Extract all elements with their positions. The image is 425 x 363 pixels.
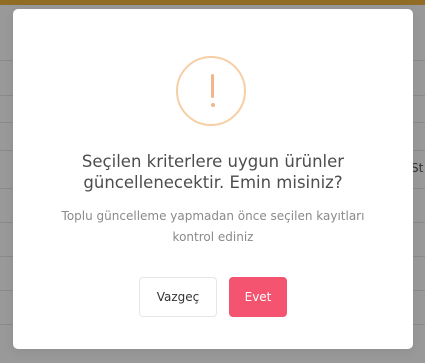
exclamation-dot [210, 103, 215, 107]
confirm-dialog: Seçilen kriterlere uygun ürünler güncell… [13, 9, 413, 349]
confirm-button[interactable]: Evet [229, 277, 287, 317]
exclamation-warning-icon [176, 56, 246, 126]
cancel-button[interactable]: Vazgeç [139, 277, 217, 317]
exclamation-bar [211, 74, 214, 98]
dialog-message: Toplu güncelleme yapmadan önce seçilen k… [61, 209, 365, 244]
dialog-title: Seçilen kriterlere uygun ürünler güncell… [81, 152, 345, 192]
